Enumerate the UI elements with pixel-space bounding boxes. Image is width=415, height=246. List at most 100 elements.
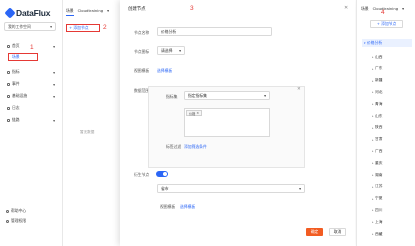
toggle-knob xyxy=(162,171,168,177)
tree-node[interactable]: ▸ 湖南 xyxy=(372,170,412,180)
annotation-1: 1 xyxy=(30,44,34,51)
tree-node-label: 重庆 xyxy=(375,160,383,165)
chevron-down-icon: ▾ xyxy=(53,81,55,87)
tree-node[interactable]: ▸ 山西 xyxy=(372,52,412,62)
add-node-button[interactable]: + 添加节点 xyxy=(66,24,100,32)
confirm-button[interactable]: 确定 xyxy=(306,228,323,236)
scene-breadcrumb: 场景 Cloudtraining ▾ xyxy=(66,8,109,16)
chevron-right-icon: ▸ xyxy=(372,161,374,166)
chevron-right-icon: ▸ xyxy=(372,55,374,59)
chevron-right-icon: ▸ xyxy=(372,173,374,177)
tree-node[interactable]: ▸ 河北 xyxy=(372,87,412,97)
child-node-label: 衍生节点 xyxy=(134,172,150,177)
traces-icon xyxy=(7,118,10,122)
help-icon xyxy=(6,209,9,213)
annotation-3: 3 xyxy=(190,5,194,12)
add-filter-link[interactable]: 添加筛选条件 xyxy=(184,144,207,150)
tree-node[interactable]: ▸ 宁夏 xyxy=(372,194,412,204)
chevron-down-icon: ▾ xyxy=(53,69,55,75)
tree-node[interactable]: ▸ 新疆 xyxy=(372,76,412,86)
node-icon-value: 请选择 xyxy=(161,47,173,53)
drawer-title: 创建节点 xyxy=(128,7,146,12)
tree-node-label: 上海 xyxy=(375,219,383,224)
chevron-right-icon: ▸ xyxy=(372,232,374,236)
cancel-button[interactable]: 取消 xyxy=(329,228,346,236)
chevron-right-icon: ▸ xyxy=(372,137,374,142)
sidebar-item-label: 日志 xyxy=(12,105,20,110)
tree-node-label: 四川 xyxy=(375,207,383,212)
select-template-link[interactable]: 选择模板 xyxy=(157,68,172,74)
child-node-toggle[interactable] xyxy=(156,171,168,177)
tag-chip-label: 价格 xyxy=(189,111,196,116)
sidebar-item-traces[interactable]: 链路 ▾ xyxy=(4,116,58,124)
logo-text: DataFlux xyxy=(16,8,51,18)
sidebar-item-label: 事件 xyxy=(12,81,20,86)
settings-icon xyxy=(6,219,9,223)
tree-node[interactable]: ▸ 重庆 xyxy=(372,158,412,168)
admin-label: 管理权限 xyxy=(11,218,27,223)
child-select-template-link[interactable]: 选择模板 xyxy=(180,204,195,210)
node-name-label: 节点名称 xyxy=(134,30,150,35)
chevron-down-icon: ▾ xyxy=(264,93,266,98)
close-icon[interactable]: ✕ xyxy=(344,5,348,11)
data-scope-label: 数据范围 xyxy=(134,88,150,93)
sidebar-item-events[interactable]: 事件 ▾ xyxy=(4,80,58,88)
tree-node[interactable]: ▸ 西藏 xyxy=(372,229,412,239)
server-icon xyxy=(7,94,10,98)
tab-scene[interactable]: 场景 xyxy=(361,6,369,12)
logs-icon xyxy=(7,106,10,110)
tree-node-label: 甘肃 xyxy=(375,137,383,142)
tree-node-label: 广西 xyxy=(375,148,383,153)
close-icon[interactable]: ✕ xyxy=(297,87,301,92)
tree-node-label: 山西 xyxy=(375,54,383,59)
tree-node[interactable]: ▸ 广西 xyxy=(372,146,412,156)
tree-node[interactable]: ▸ 陕西 xyxy=(372,123,412,133)
workspace-switcher[interactable]: Cloudtraining xyxy=(373,6,399,12)
tree-node[interactable]: ▸ 上海 xyxy=(372,217,412,227)
scene-list-panel xyxy=(63,0,123,246)
tree-node[interactable]: ▸ 四川 xyxy=(372,205,412,215)
tree-node[interactable]: ▸ 山东 xyxy=(372,111,412,121)
node-icon-label: 节点图标 xyxy=(134,49,150,54)
child-view-template-label: 视图模板 xyxy=(160,204,176,209)
sidebar-item-metrics[interactable]: 指标 ▾ xyxy=(4,68,58,76)
view-template-label: 视图模板 xyxy=(134,68,150,73)
sidebar-item-scene[interactable]: 场景 xyxy=(8,53,38,61)
tree-node-label: 宁夏 xyxy=(375,196,383,201)
events-icon xyxy=(7,82,10,86)
sidebar-item-label: 场景 xyxy=(12,54,20,59)
chevron-right-icon: ▸ xyxy=(372,220,374,225)
sidebar-item-label: 链路 xyxy=(12,117,20,122)
metric-set-select[interactable]: 指定指标集 ▾ xyxy=(184,91,270,100)
chevron-right-icon: ▸ xyxy=(372,149,374,154)
tab-scene[interactable]: 场景 xyxy=(66,8,74,16)
child-metric-value: 省市 xyxy=(161,185,169,191)
sidebar-item-infrastructure[interactable]: 基础设施 ▾ xyxy=(4,92,58,100)
node-icon-select[interactable]: 请选择 ▾ xyxy=(157,46,185,55)
admin-link[interactable]: 管理权限 xyxy=(6,218,26,224)
home-icon xyxy=(7,44,10,48)
tree-node-label: 广东 xyxy=(375,66,383,71)
child-metric-select[interactable]: 省市 ▾ xyxy=(157,184,305,193)
chevron-right-icon: ▸ xyxy=(372,184,374,189)
sidebar-item-label: 首页 xyxy=(12,43,20,48)
help-center-label: 帮助中心 xyxy=(11,208,27,213)
workspace-selector[interactable]: 我的工作空间 ▾ xyxy=(4,22,56,31)
tree-root-node[interactable]: ▾ 价格分析 xyxy=(362,39,412,47)
add-node-button[interactable]: + 添加节点 xyxy=(370,20,403,28)
node-name-input[interactable]: 价格分析 xyxy=(157,27,272,36)
metric-set-label: 指标集 xyxy=(166,94,178,99)
chevron-right-icon: ▸ xyxy=(372,78,374,83)
help-center-link[interactable]: 帮助中心 xyxy=(6,208,26,214)
tree-node[interactable]: ▸ 江苏 xyxy=(372,182,412,192)
logo-mark-icon xyxy=(4,7,16,19)
tree-node[interactable]: ▸ 广东 xyxy=(372,64,412,74)
sidebar-item-logs[interactable]: 日志 xyxy=(4,104,58,112)
workspace-switcher[interactable]: Cloudtraining xyxy=(78,8,104,16)
tree-node[interactable]: ▸ 青海 xyxy=(372,99,412,109)
empty-state-text: 暂无数据 xyxy=(80,130,95,134)
tree-node[interactable]: ▸ 甘肃 xyxy=(372,135,412,145)
tree-node-label: 湖南 xyxy=(375,172,383,177)
close-icon[interactable]: × xyxy=(196,111,199,115)
chevron-right-icon: ▸ xyxy=(372,114,374,118)
